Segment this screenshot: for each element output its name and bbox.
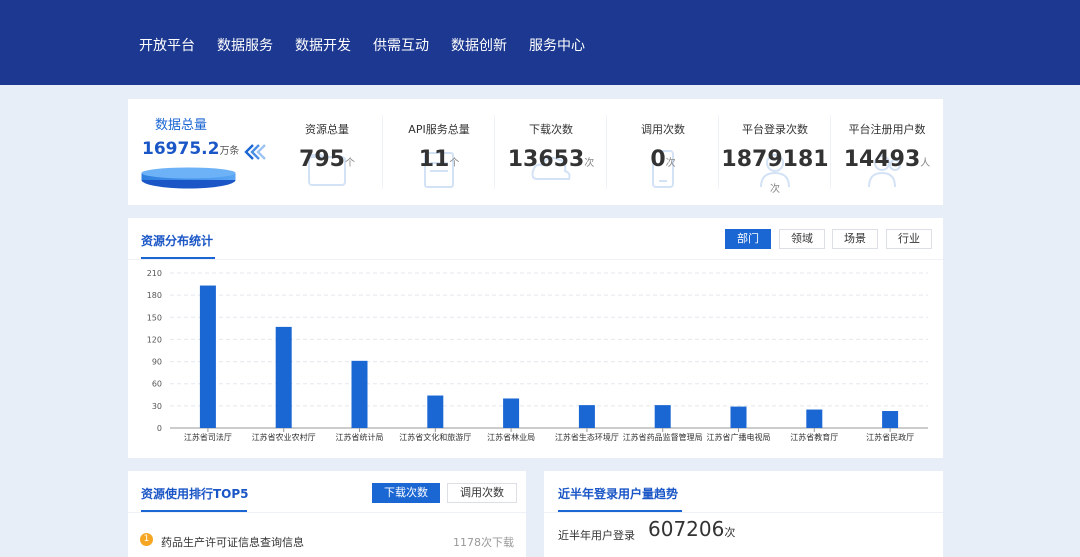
stat-number: 1879181 (721, 147, 829, 172)
main-nav: 开放平台 数据服务 数据开发 供需互动 数据创新 服务中心 (139, 35, 607, 55)
trend-label: 近半年用户登录 (558, 529, 635, 542)
stat-number: 0 (650, 147, 666, 172)
trend-value: 607206次 (648, 517, 735, 541)
stat-label: 平台注册用户数 (848, 123, 926, 136)
bar (806, 409, 823, 428)
x-tick-label: 江苏省药品监督管理局 (623, 432, 703, 442)
stat-value: 14493人 (831, 147, 943, 172)
y-tick-label: 60 (152, 380, 162, 389)
x-tick-label: 江苏省民政厅 (866, 432, 914, 442)
stat-value: 11个 (383, 147, 495, 172)
bar (654, 405, 671, 428)
rank-item-count: 1178次下载 (453, 536, 514, 549)
nav-item-data-development[interactable]: 数据开发 (295, 35, 351, 55)
stat-value: 0次 (607, 147, 719, 172)
y-tick-label: 90 (152, 358, 162, 367)
stat-value: 1879181 次 (719, 147, 831, 203)
nav-item-service-center[interactable]: 服务中心 (529, 35, 585, 55)
x-tick-label: 江苏省广播电视局 (707, 432, 771, 442)
bar (275, 326, 292, 428)
stat-label: 下载次数 (529, 123, 573, 136)
divider (128, 259, 943, 260)
x-tick-label: 江苏省生态环境厅 (555, 432, 619, 442)
trend-title: 近半年登录用户量趋势 (558, 487, 679, 501)
resource-distribution-bar-chart: 0 30 60 90 120 150 180 210 江苏省司法厅 江苏省农业农村厅 江苏省统计局 江… (147, 269, 928, 442)
stat-call-count: 调用次数 0次 (607, 99, 719, 205)
resource-usage-ranking-card: 资源使用排行TOP5 下载次数 调用次数 1 药品生产许可证信息查询信息 117… (128, 471, 526, 557)
nav-item-supply-demand[interactable]: 供需互动 (373, 35, 429, 55)
stat-label: 调用次数 (641, 123, 685, 136)
stat-registered-users: 平台注册用户数 14493人 (831, 99, 943, 205)
y-tick-label: 120 (147, 335, 162, 344)
data-total-number: 16975.2 (142, 139, 220, 159)
nav-item-data-services[interactable]: 数据服务 (217, 35, 273, 55)
bar (503, 398, 520, 428)
trend-unit: 次 (724, 526, 736, 539)
y-tick-label: 210 (147, 269, 162, 278)
data-total-block: 数据总量 16975.2万条 (128, 99, 274, 205)
stat-number: 14493 (843, 147, 921, 172)
stat-resource-total: 资源总量 795个 (271, 99, 383, 205)
double-chevron-left-icon (244, 144, 266, 160)
y-tick-label: 0 (157, 424, 162, 433)
trend-number: 607206 (648, 517, 725, 541)
stat-number: 11 (418, 147, 450, 172)
rank-item-name: 药品生产许可证信息查询信息 (161, 536, 304, 549)
stat-unit: 次 (584, 158, 595, 169)
x-tick-label: 江苏省统计局 (336, 432, 384, 442)
data-total-unit: 万条 (219, 146, 240, 157)
stat-login-count: 平台登录次数 1879181 次 (719, 99, 831, 205)
rank-medal-icon: 1 (140, 533, 153, 546)
bar (427, 395, 444, 428)
y-tick-label: 180 (147, 291, 162, 300)
x-tick-label: 江苏省司法厅 (184, 432, 232, 442)
stat-label: API服务总量 (408, 123, 470, 136)
bar (578, 405, 595, 428)
database-disk-icon (141, 167, 236, 189)
nav-item-data-innovation[interactable]: 数据创新 (451, 35, 507, 55)
stat-value: 795个 (271, 147, 383, 172)
x-tick-label: 江苏省文化和旅游厅 (399, 432, 471, 442)
x-tick-label: 江苏省农业农村厅 (252, 432, 316, 442)
tab-scenario[interactable]: 场景 (832, 229, 878, 249)
divider (544, 512, 943, 513)
stat-number: 13653 (507, 147, 585, 172)
stat-unit: 次 (770, 184, 780, 195)
bar (351, 360, 368, 428)
stat-label: 平台登录次数 (742, 123, 808, 136)
x-tick-label: 江苏省教育厅 (790, 432, 838, 442)
data-total-title: 数据总量 (154, 118, 207, 133)
top-navigation-bar: 开放平台 数据服务 数据开发 供需互动 数据创新 服务中心 (0, 0, 1080, 85)
y-tick-label: 30 (152, 402, 162, 411)
bar (730, 406, 747, 428)
stat-label: 资源总量 (305, 123, 349, 136)
bar (199, 285, 216, 428)
stat-api-total: API服务总量 11个 (383, 99, 495, 205)
stat-number: 795 (299, 147, 345, 172)
tab-department[interactable]: 部门 (725, 229, 771, 249)
bar (882, 411, 899, 428)
tab-domain[interactable]: 领域 (779, 229, 825, 249)
data-total-value: 16975.2万条 (142, 139, 239, 159)
stat-value: 13653次 (495, 147, 607, 172)
y-tick-label: 150 (147, 313, 162, 322)
summary-stats-card: 数据总量 16975.2万条 资源总量 795个 API服务总量 11个 下载次… (128, 99, 943, 205)
stat-download-count: 下载次数 13653次 (495, 99, 607, 205)
login-trend-card: 近半年登录用户量趋势 近半年用户登录 607206次 (544, 471, 943, 557)
stat-unit: 个 (449, 158, 460, 169)
resource-distribution-card: 资源分布统计 部门 领域 场景 行业 0 30 60 90 120 150 180 210 江苏… (128, 218, 943, 458)
tab-industry[interactable]: 行业 (886, 229, 932, 249)
tab-call-count[interactable]: 调用次数 (447, 483, 517, 503)
nav-item-open-platform[interactable]: 开放平台 (139, 35, 195, 55)
tab-download-count[interactable]: 下载次数 (372, 483, 440, 503)
stat-unit: 个 (344, 158, 355, 169)
ranking-title: 资源使用排行TOP5 (141, 487, 249, 501)
stat-unit: 次 (665, 158, 676, 169)
x-tick-label: 江苏省林业局 (487, 432, 535, 442)
distribution-title: 资源分布统计 (141, 234, 214, 248)
divider (128, 512, 526, 513)
stat-unit: 人 (920, 158, 931, 169)
